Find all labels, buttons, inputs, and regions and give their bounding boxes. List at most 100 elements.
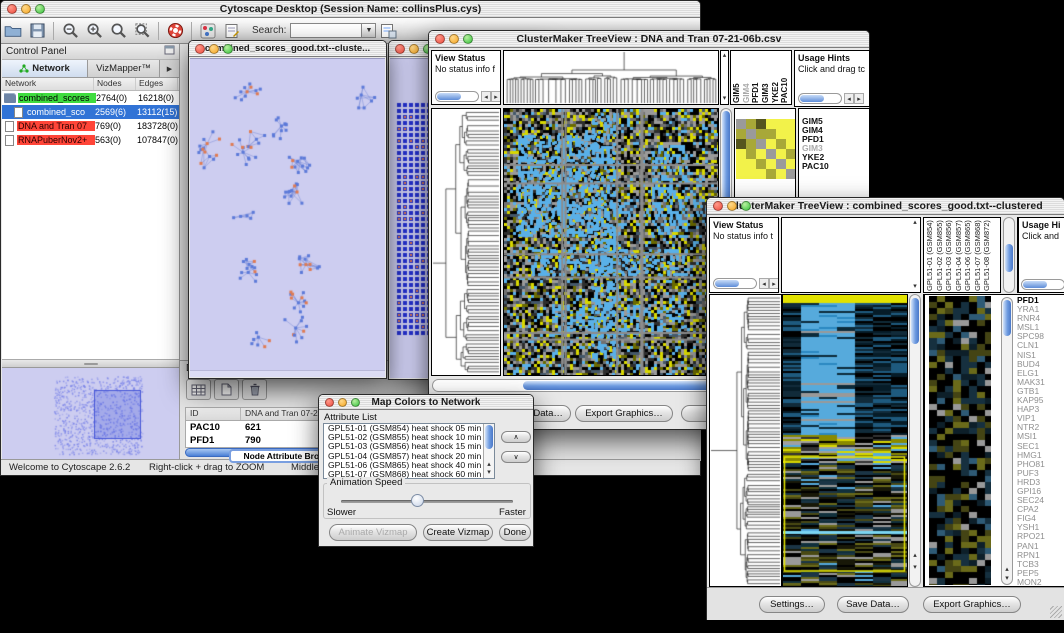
delete-attribute-trash-icon[interactable] (242, 379, 267, 400)
dendrogram-scroll-strip[interactable]: ▴ ▾ (720, 50, 729, 105)
matrix-cell[interactable] (776, 129, 786, 139)
speed-slider-track[interactable] (341, 500, 513, 503)
move-up-button[interactable]: ∧ (501, 431, 531, 443)
zoom-fit-icon[interactable] (106, 20, 130, 42)
matrix-cell[interactable] (756, 129, 766, 139)
matrix-cell[interactable] (746, 169, 756, 179)
close-button[interactable] (195, 44, 205, 54)
treeview2-button[interactable]: Export Graphics… (923, 596, 1021, 613)
heatmap-panel[interactable] (782, 294, 908, 587)
matrix-cell[interactable] (746, 129, 756, 139)
matrix-cell[interactable] (746, 149, 756, 159)
zoom-heatmap-canvas[interactable] (929, 296, 991, 585)
matrix-cell[interactable] (766, 129, 776, 139)
heatmap-canvas[interactable] (504, 109, 718, 375)
attribute-select-icon[interactable] (186, 379, 211, 400)
minimize-button[interactable] (209, 44, 219, 54)
main-titlebar[interactable]: Cytoscape Desktop (Session Name: collins… (1, 1, 700, 18)
help-lifesaver-icon[interactable] (163, 20, 187, 42)
gene-dendrogram-panel[interactable] (431, 108, 501, 376)
matrix-cell[interactable] (736, 139, 746, 149)
heatmap-panel[interactable] (503, 108, 719, 376)
matrix-cell[interactable] (786, 149, 796, 159)
view-status-scrollbar[interactable]: ◂▸ (713, 278, 779, 289)
usage-hints-scrollbar[interactable] (1021, 279, 1064, 290)
matrix-cell[interactable] (766, 159, 776, 169)
network-list-row[interactable]: combined_sco 2569(6) 13112(15) (2, 105, 179, 119)
move-down-button[interactable]: ∨ (501, 451, 531, 463)
matrix-cell[interactable] (746, 139, 756, 149)
birdseye-view-panel[interactable] (2, 367, 179, 461)
minimize-button[interactable] (21, 4, 31, 14)
scroll-up-icon[interactable]: ▴ (911, 219, 919, 227)
matrix-cell[interactable] (766, 139, 776, 149)
scroll-up-icon[interactable]: ▴ (721, 52, 728, 60)
tab-network[interactable]: Network (2, 60, 88, 77)
treeview2-button[interactable]: Settings… (759, 596, 825, 613)
matrix-cell[interactable] (776, 159, 786, 169)
matrix-cell[interactable] (786, 169, 796, 179)
vizmapper-icon[interactable] (196, 20, 220, 42)
birdseye-canvas[interactable] (4, 370, 172, 458)
matrix-cell[interactable] (756, 149, 766, 159)
annotation-icon[interactable] (220, 20, 244, 42)
usage-hints-scrollbar[interactable]: ◂▸ (798, 93, 864, 104)
close-button[interactable] (395, 44, 405, 54)
matrix-cell[interactable] (766, 149, 776, 159)
network-list-row[interactable]: RNAPuberNov2+ 563(0) 107847(0) (2, 133, 179, 147)
scroll-up-icon[interactable]: ▴ (1002, 566, 1012, 574)
attribute-list-scrollbar[interactable]: ▴ ▾ (483, 424, 494, 478)
zoom-button[interactable] (351, 398, 360, 407)
treeview2-titlebar[interactable]: ClusterMaker TreeView : combined_scores_… (707, 198, 1064, 215)
scroll-down-icon[interactable]: ▾ (910, 564, 920, 572)
matrix-cell[interactable] (746, 119, 756, 129)
close-button[interactable] (713, 201, 723, 211)
scroll-up-icon[interactable]: ▴ (484, 461, 494, 469)
matrix-cell[interactable] (776, 169, 786, 179)
treeview1-titlebar[interactable]: ClusterMaker TreeView : DNA and Tran 07-… (429, 31, 869, 48)
matrix-cell[interactable] (786, 119, 796, 129)
animate-vizmap-button[interactable]: Animate Vizmap (329, 524, 417, 541)
column-dendrogram-canvas[interactable] (504, 51, 718, 104)
gene-dendrogram-panel[interactable] (709, 294, 782, 587)
treeview2-button[interactable]: Save Data… (837, 596, 909, 613)
new-attribute-icon[interactable] (214, 379, 239, 400)
zoom-heatmap-scrollbar[interactable]: ▴ ▾ (1001, 297, 1013, 585)
column-dendrogram-panel[interactable]: ▴ ▾ (781, 217, 921, 293)
matrix-cell[interactable] (776, 119, 786, 129)
network-view-titlebar[interactable]: combined_scores_good.txt--cluste... (189, 41, 386, 57)
treeview1-button[interactable]: Export Graphics… (575, 405, 673, 422)
minimize-button[interactable] (409, 44, 419, 54)
scroll-up-icon[interactable]: ▴ (910, 552, 920, 560)
matrix-cell[interactable] (756, 159, 766, 169)
heatmap-canvas[interactable] (783, 295, 907, 586)
network-view-canvas-area[interactable] (190, 58, 385, 377)
search-input[interactable] (290, 23, 362, 38)
zoom-button[interactable] (741, 201, 751, 211)
matrix-cell[interactable] (766, 119, 776, 129)
resize-grip[interactable] (1050, 606, 1062, 618)
matrix-cell[interactable] (756, 169, 766, 179)
view-status-scrollbar[interactable]: ◂▸ (435, 91, 501, 102)
matrix-cell[interactable] (736, 159, 746, 169)
matrix-cell[interactable] (776, 139, 786, 149)
column-labels-scrollbar[interactable] (1003, 217, 1015, 293)
matrix-cell[interactable] (736, 129, 746, 139)
matrix-cell[interactable] (736, 119, 746, 129)
speed-slider-thumb[interactable] (411, 494, 424, 507)
column-dendrogram-panel[interactable] (503, 50, 719, 105)
gene-dendrogram-canvas[interactable] (710, 295, 781, 586)
matrix-cell[interactable] (786, 159, 796, 169)
done-button[interactable]: Done (499, 524, 531, 541)
matrix-cell[interactable] (746, 159, 756, 169)
close-button[interactable] (435, 34, 445, 44)
attribute-list[interactable]: GPL51-01 (GSM854) heat shock 05 minGPL51… (323, 423, 495, 479)
float-panel-icon[interactable] (164, 45, 175, 58)
search-dropdown-button[interactable]: ▼ (362, 23, 376, 38)
scroll-down-icon[interactable]: ▾ (484, 469, 494, 477)
matrix-cell[interactable] (756, 119, 766, 129)
matrix-cell[interactable] (776, 149, 786, 159)
matrix-cell[interactable] (786, 139, 796, 149)
minimize-button[interactable] (727, 201, 737, 211)
network-graph-canvas[interactable] (191, 61, 386, 361)
